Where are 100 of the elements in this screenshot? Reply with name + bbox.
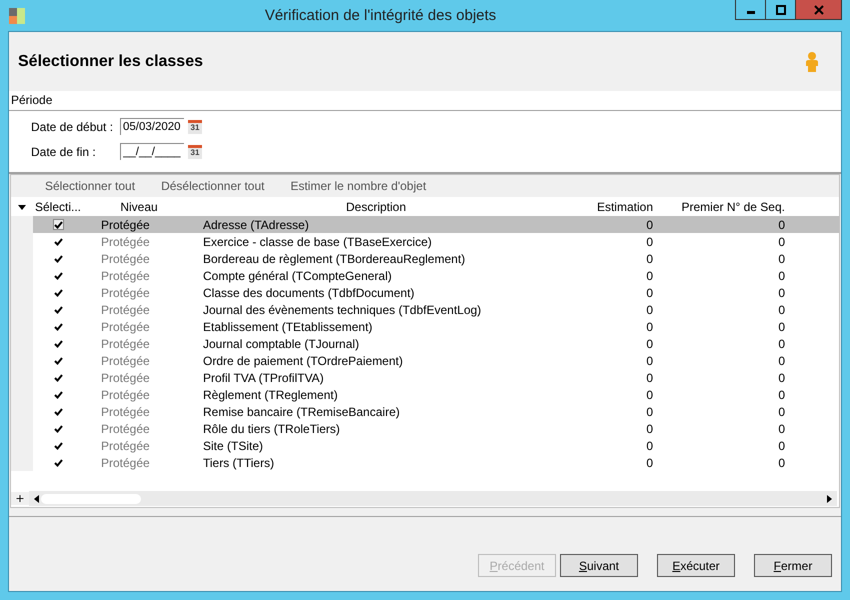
field-label: Date de début : (31, 120, 114, 134)
table-cell-text: 0 (645, 218, 653, 232)
maximize-icon (776, 4, 786, 14)
checkbox[interactable] (53, 356, 63, 366)
table-cell-text: Protégée (100, 252, 151, 266)
checkbox[interactable] (53, 390, 63, 400)
table-cell-text: Protégée (100, 438, 151, 452)
column-header[interactable]: Premier N° de Seq. (653, 200, 785, 214)
table-cell-text: Protégée (100, 370, 151, 384)
table-cell-text: Classe des documents (TdbfDocument) (202, 286, 416, 300)
table-cell-text: Etablissement (TEtablissement) (202, 320, 374, 334)
table-row[interactable]: Protégée Journal des évènements techniques (TdbfEventLog) 0 0 (11, 301, 839, 318)
checkbox[interactable] (53, 254, 63, 264)
column-header[interactable]: Description (191, 200, 561, 214)
table-row[interactable]: Protégée Journal comptable (TJournal) 0 0 (11, 335, 839, 352)
table-cell-text: 0 (645, 336, 653, 350)
table-row[interactable]: Protégée Profil TVA (TProfilTVA) 0 0 (11, 369, 839, 386)
table-row[interactable]: Protégée Remise bancaire (TRemiseBancaire) 0 0 (11, 403, 839, 420)
checkbox[interactable] (53, 406, 63, 416)
table-cell-text: Site (TSite) (202, 438, 264, 452)
minimize-icon (746, 10, 754, 14)
table-row[interactable]: Protégée Bordereau de règlement (TBordereauReglement) 0 0 (11, 250, 839, 267)
table-cell-text: Protégée (100, 234, 151, 248)
table-row[interactable]: Protégée Classe des documents (TdbfDocument) 0 0 (11, 284, 839, 301)
page-title: Sélectionner les classes (18, 52, 203, 70)
checkbox[interactable] (53, 424, 63, 434)
table-cell-text: 0 (777, 286, 785, 300)
table-cell-text: 0 (645, 388, 653, 402)
table-row[interactable]: Protégée Tiers (TTiers) 0 0 (11, 454, 839, 471)
table-row[interactable]: Protégée Compte général (TCompteGeneral) 0 0 (11, 267, 839, 284)
dialog-button[interactable]: Suivant (560, 554, 638, 577)
table-cell-text: Journal comptable (TJournal) (202, 336, 360, 350)
table-cell-text: 0 (777, 354, 785, 368)
table-cell-text: 0 (777, 218, 785, 232)
table-cell-text: 0 (777, 456, 785, 470)
table-cell-text: 0 (645, 320, 653, 334)
table-cell-text: 0 (645, 438, 653, 452)
calendar-button[interactable]: 31 (188, 120, 202, 134)
checkbox[interactable] (53, 440, 63, 450)
table-row[interactable]: Protégée Rôle du tiers (TRoleTiers) 0 0 (11, 420, 839, 437)
column-header[interactable]: Sélecti... (33, 200, 87, 214)
expand-button[interactable]: + (11, 492, 29, 505)
table-row[interactable]: Protégée Site (TSite) 0 0 (11, 437, 839, 454)
table-cell-text: 0 (777, 336, 785, 350)
table-cell-text: Protégée (100, 320, 151, 334)
table-cell-text: Protégée (100, 268, 151, 282)
table-cell-text: 0 (645, 234, 653, 248)
table-cell-text: Tiers (TTiers) (202, 456, 276, 470)
scroll-right-icon[interactable] (827, 494, 833, 502)
column-header[interactable]: Niveau (87, 200, 191, 214)
checkbox[interactable] (53, 322, 63, 332)
toolbar-button[interactable]: Désélectionner tout (149, 179, 276, 193)
date-field[interactable]: 05/03/2020 (120, 118, 184, 135)
table-cell-text: 0 (777, 302, 785, 316)
date-field[interactable]: __/__/____ (120, 143, 184, 160)
table-cell-text: Protégée (100, 388, 151, 402)
table-cell-text: 0 (645, 422, 653, 436)
table-cell-text: Journal des évènements techniques (TdbfEventLog) (202, 302, 482, 316)
horizontal-scrollbar[interactable] (29, 491, 837, 506)
toolbar-button[interactable]: Sélectionner tout (33, 179, 148, 193)
dialog-button[interactable]: Fermer (754, 554, 832, 577)
close-button[interactable] (795, 0, 842, 20)
table-cell-text: Protégée (100, 404, 151, 418)
table-row[interactable]: Protégée Exercice - classe de base (TBaseExercice) 0 0 (11, 233, 839, 250)
table-cell-text: 0 (645, 370, 653, 384)
table-cell-text: Règlement (TReglement) (202, 388, 339, 402)
table-cell-text: Adresse (TAdresse) (202, 218, 310, 232)
checkbox[interactable] (53, 304, 63, 314)
toolbar-button[interactable]: Estimer le nombre d'objet (278, 179, 438, 193)
table-row[interactable]: Protégée Adresse (TAdresse) 0 0 (11, 216, 839, 233)
minimize-button[interactable] (735, 0, 766, 20)
table-row[interactable]: Protégée Etablissement (TEtablissement) 0 0 (11, 318, 839, 335)
checkbox[interactable] (53, 288, 63, 298)
table-cell-text: 0 (645, 302, 653, 316)
calendar-button[interactable]: 31 (188, 144, 202, 158)
checkbox[interactable] (53, 372, 63, 382)
checkbox[interactable] (53, 270, 63, 280)
window-title: Vérification de l'intégrité des objets (264, 7, 498, 24)
table-cell-text: 0 (645, 354, 653, 368)
table-cell-text: Protégée (100, 336, 151, 350)
table-cell-text: Protégée (100, 354, 151, 368)
dialog-button[interactable]: Exécuter (657, 554, 735, 577)
table-cell-text: 0 (777, 268, 785, 282)
table-row[interactable]: Protégée Règlement (TReglement) 0 0 (11, 386, 839, 403)
section-label: Période (11, 93, 52, 107)
table-cell-text: Protégée (100, 422, 151, 436)
table-cell-text: 0 (777, 370, 785, 384)
table-cell-text: Profil TVA (TProfilTVA) (202, 370, 325, 384)
scroll-left-icon[interactable] (33, 494, 39, 502)
table-row[interactable]: Protégée Ordre de paiement (TOrdrePaiement) 0 0 (11, 352, 839, 369)
table-cell-text: Bordereau de règlement (TBordereauReglement) (202, 252, 466, 266)
checkbox[interactable] (53, 338, 63, 348)
checkbox[interactable] (53, 219, 64, 230)
table-cell-text: 0 (777, 422, 785, 436)
app-icon (9, 8, 25, 24)
table-cell-text: Rôle du tiers (TRoleTiers) (202, 422, 341, 436)
checkbox[interactable] (53, 458, 63, 468)
table-cell-text: Compte général (TCompteGeneral) (202, 268, 393, 282)
column-header[interactable]: Estimation (561, 200, 653, 214)
checkbox[interactable] (53, 236, 63, 246)
